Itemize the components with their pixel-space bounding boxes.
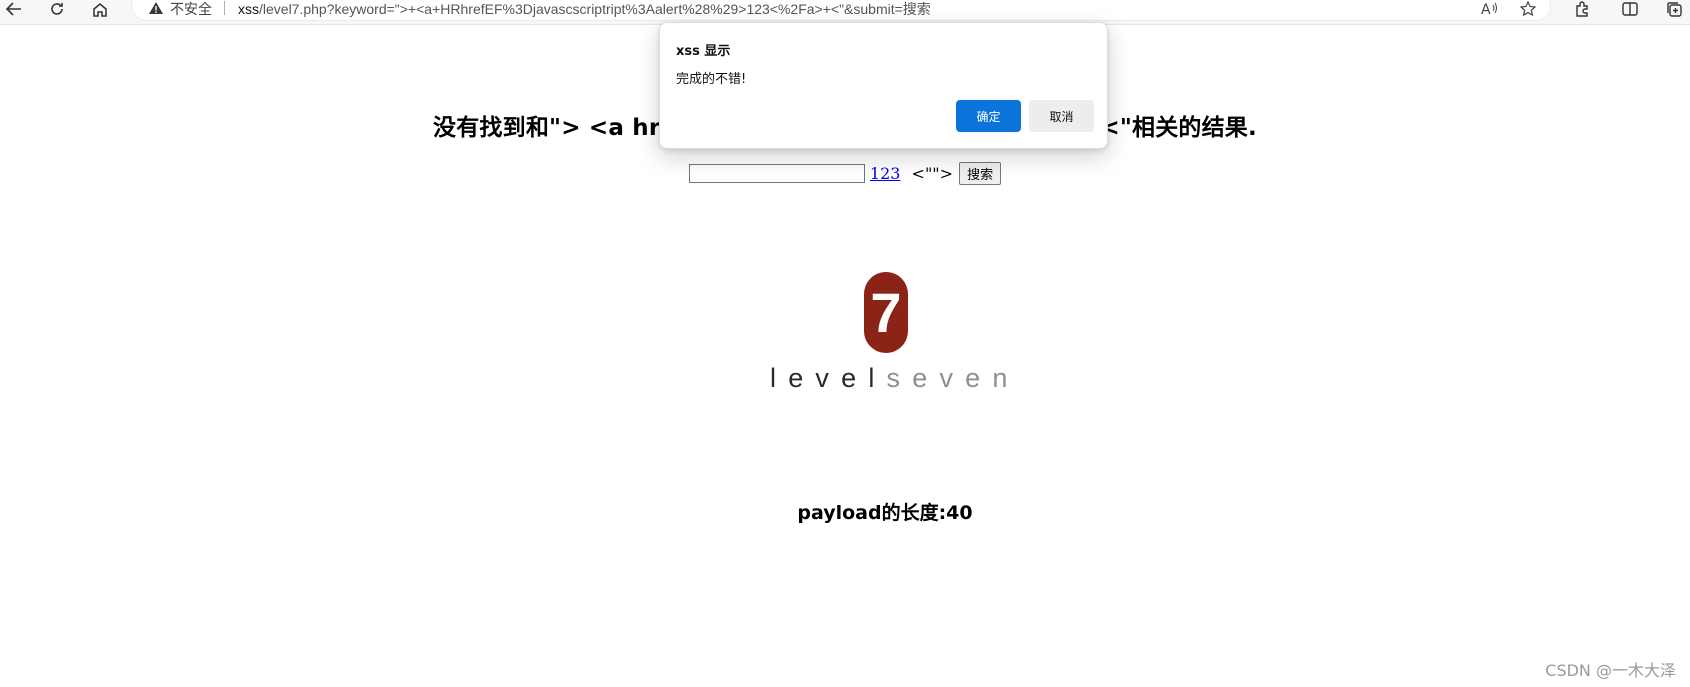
collections-icon[interactable] bbox=[1662, 0, 1686, 18]
extensions-icon[interactable] bbox=[1570, 0, 1594, 18]
home-icon[interactable] bbox=[88, 0, 112, 18]
watermark: CSDN @一木大泽 bbox=[1545, 661, 1676, 680]
logo-word-level: level bbox=[770, 363, 887, 393]
level-badge: 7 bbox=[864, 272, 908, 353]
security-label[interactable]: 不安全 bbox=[170, 0, 212, 19]
url-text[interactable]: xss/level7.php?keyword=">+<a+HRhrefEF%3D… bbox=[238, 0, 931, 19]
trailing-text: <""> bbox=[906, 164, 954, 183]
favorite-star-icon[interactable] bbox=[1516, 0, 1540, 18]
dialog-message: 完成的不错! bbox=[676, 72, 747, 87]
svg-text:A: A bbox=[1481, 2, 1491, 17]
alert-dialog: xss 显示 完成的不错! 确定 取消 bbox=[659, 22, 1108, 149]
url-host: xss bbox=[238, 1, 259, 17]
dialog-title: xss 显示 bbox=[676, 44, 731, 59]
address-bar[interactable]: 不安全 xss/level7.php?keyword=">+<a+HRhrefE… bbox=[132, 0, 1550, 20]
logo-word-seven: seven bbox=[886, 363, 1020, 393]
back-arrow-icon[interactable] bbox=[2, 0, 26, 18]
cancel-button[interactable]: 取消 bbox=[1029, 100, 1094, 132]
payload-length: payload的长度:40 bbox=[797, 502, 973, 524]
address-separator bbox=[224, 1, 225, 15]
search-button[interactable]: 搜索 bbox=[959, 162, 1002, 185]
level-logo-text: levelseven bbox=[770, 363, 1007, 394]
injected-link[interactable]: 123 bbox=[870, 164, 901, 183]
read-aloud-icon[interactable]: A bbox=[1478, 0, 1502, 18]
split-screen-icon[interactable] bbox=[1618, 0, 1642, 18]
search-form: 123 <""> 搜索 bbox=[0, 162, 1690, 185]
url-path: /level7.php?keyword=">+<a+HRhrefEF%3Djav… bbox=[259, 1, 931, 17]
level-digit: 7 bbox=[870, 280, 902, 344]
refresh-icon[interactable] bbox=[45, 0, 69, 18]
ok-button[interactable]: 确定 bbox=[956, 100, 1021, 132]
warning-icon[interactable] bbox=[148, 1, 164, 15]
keyword-input[interactable] bbox=[688, 164, 865, 183]
